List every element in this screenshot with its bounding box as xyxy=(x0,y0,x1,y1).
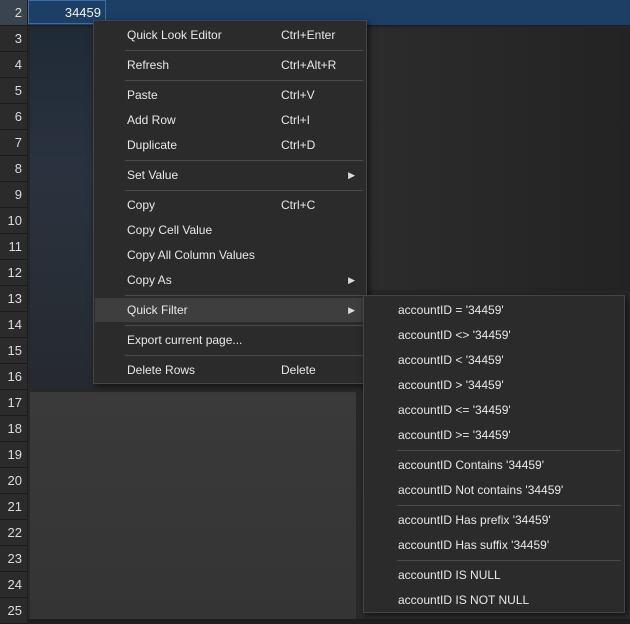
filter-label: accountID <= '34459' xyxy=(398,403,511,417)
row-number[interactable]: 10 xyxy=(0,208,27,234)
menu-item-label: Copy Cell Value xyxy=(127,223,213,237)
menu-item-shortcut: Ctrl+Alt+R xyxy=(281,58,337,72)
filter-label: accountID IS NULL xyxy=(398,568,501,582)
row-number[interactable]: 6 xyxy=(0,104,27,130)
row-number[interactable]: 20 xyxy=(0,468,27,494)
menu-separator xyxy=(125,190,363,191)
menu-item-label: Quick Look Editor xyxy=(127,28,222,42)
menu-item-label: Add Row xyxy=(127,113,176,127)
filter-has-suffix[interactable]: accountID Has suffix '34459' xyxy=(365,533,623,557)
filter-not-contains[interactable]: accountID Not contains '34459' xyxy=(365,478,623,502)
row-number[interactable]: 22 xyxy=(0,520,27,546)
quick-filter-submenu: accountID = '34459' accountID <> '34459'… xyxy=(363,295,625,613)
filter-less-or-equal[interactable]: accountID <= '34459' xyxy=(365,398,623,422)
context-menu: Quick Look Editor Ctrl+Enter Refresh Ctr… xyxy=(93,20,367,384)
menu-item-label: Quick Filter xyxy=(127,303,188,317)
row-number[interactable]: 13 xyxy=(0,286,27,312)
menu-item-label: Copy xyxy=(127,198,156,212)
row-number[interactable]: 17 xyxy=(0,390,27,416)
filter-label: accountID >= '34459' xyxy=(398,428,511,442)
row-number[interactable]: 4 xyxy=(0,52,27,78)
menu-separator xyxy=(125,325,363,326)
menu-item-add-row[interactable]: Add Row Ctrl+I xyxy=(95,108,365,132)
menu-separator xyxy=(125,355,363,356)
filter-label: accountID IS NOT NULL xyxy=(398,593,530,607)
row-number[interactable]: 21 xyxy=(0,494,27,520)
filter-not-equals[interactable]: accountID <> '34459' xyxy=(365,323,623,347)
row-number[interactable]: 19 xyxy=(0,442,27,468)
menu-separator xyxy=(125,50,363,51)
menu-separator xyxy=(397,560,621,561)
menu-item-label: Duplicate xyxy=(127,138,178,152)
menu-item-label: Paste xyxy=(127,88,158,102)
menu-item-label: Refresh xyxy=(127,58,170,72)
menu-item-shortcut: Ctrl+D xyxy=(281,138,316,152)
grid-column-blurred xyxy=(30,28,94,388)
menu-item-copy-cell-value[interactable]: Copy Cell Value xyxy=(95,218,365,242)
menu-separator xyxy=(125,80,363,81)
menu-item-label: Copy As xyxy=(127,273,172,287)
filter-label: accountID Has prefix '34459' xyxy=(398,513,551,527)
menu-item-shortcut: Delete xyxy=(281,363,316,377)
row-number[interactable]: 11 xyxy=(0,234,27,260)
row-number[interactable]: 18 xyxy=(0,416,27,442)
filter-greater-than[interactable]: accountID > '34459' xyxy=(365,373,623,397)
filter-label: accountID Has suffix '34459' xyxy=(398,538,550,552)
menu-item-export-current-page[interactable]: Export current page... xyxy=(95,328,365,352)
menu-item-paste[interactable]: Paste Ctrl+V xyxy=(95,83,365,107)
chevron-right-icon: ▶ xyxy=(348,275,355,285)
row-number[interactable]: 14 xyxy=(0,312,27,338)
menu-item-set-value[interactable]: Set Value ▶ xyxy=(95,163,365,187)
chevron-right-icon: ▶ xyxy=(348,305,355,315)
filter-has-prefix[interactable]: accountID Has prefix '34459' xyxy=(365,508,623,532)
chevron-right-icon: ▶ xyxy=(348,170,355,180)
filter-greater-or-equal[interactable]: accountID >= '34459' xyxy=(365,423,623,447)
menu-item-label: Delete Rows xyxy=(127,363,196,377)
menu-item-quick-filter[interactable]: Quick Filter ▶ xyxy=(95,298,365,322)
row-number[interactable]: 2 xyxy=(0,0,27,26)
menu-item-copy[interactable]: Copy Ctrl+C xyxy=(95,193,365,217)
row-number[interactable]: 25 xyxy=(0,598,27,624)
menu-item-delete-rows[interactable]: Delete Rows Delete xyxy=(95,358,365,382)
menu-item-label: Export current page... xyxy=(127,333,243,347)
filter-equals[interactable]: accountID = '34459' xyxy=(365,298,623,322)
menu-separator xyxy=(397,450,621,451)
filter-label: accountID Not contains '34459' xyxy=(398,483,564,497)
filter-label: accountID = '34459' xyxy=(398,303,504,317)
menu-item-shortcut: Ctrl+V xyxy=(281,88,315,102)
filter-is-null[interactable]: accountID IS NULL xyxy=(365,563,623,587)
row-number[interactable]: 8 xyxy=(0,156,27,182)
row-number[interactable]: 16 xyxy=(0,364,27,390)
filter-label: accountID Contains '34459' xyxy=(398,458,545,472)
grid-region-blurred xyxy=(367,28,630,290)
menu-separator xyxy=(397,505,621,506)
filter-is-not-null[interactable]: accountID IS NOT NULL xyxy=(365,588,623,612)
row-number[interactable]: 24 xyxy=(0,572,27,598)
grid-region-blurred-lower xyxy=(30,392,356,619)
menu-item-copy-as[interactable]: Copy As ▶ xyxy=(95,268,365,292)
row-number[interactable]: 9 xyxy=(0,182,27,208)
menu-item-copy-all-column-values[interactable]: Copy All Column Values xyxy=(95,243,365,267)
row-number[interactable]: 15 xyxy=(0,338,27,364)
menu-item-shortcut: Ctrl+Enter xyxy=(281,28,336,42)
menu-separator xyxy=(125,160,363,161)
row-number[interactable]: 3 xyxy=(0,26,27,52)
filter-contains[interactable]: accountID Contains '34459' xyxy=(365,453,623,477)
filter-label: accountID < '34459' xyxy=(398,353,504,367)
filter-label: accountID <> '34459' xyxy=(398,328,511,342)
menu-item-shortcut: Ctrl+C xyxy=(281,198,316,212)
menu-separator xyxy=(125,295,363,296)
row-number[interactable]: 7 xyxy=(0,130,27,156)
menu-item-label: Copy All Column Values xyxy=(127,248,255,262)
filter-less-than[interactable]: accountID < '34459' xyxy=(365,348,623,372)
menu-item-shortcut: Ctrl+I xyxy=(281,113,311,127)
menu-item-duplicate[interactable]: Duplicate Ctrl+D xyxy=(95,133,365,157)
row-number[interactable]: 5 xyxy=(0,78,27,104)
menu-item-quick-look-editor[interactable]: Quick Look Editor Ctrl+Enter xyxy=(95,23,365,47)
menu-item-label: Set Value xyxy=(127,168,179,182)
menu-item-refresh[interactable]: Refresh Ctrl+Alt+R xyxy=(95,53,365,77)
row-number[interactable]: 12 xyxy=(0,260,27,286)
filter-label: accountID > '34459' xyxy=(398,378,504,392)
row-number[interactable]: 23 xyxy=(0,546,27,572)
